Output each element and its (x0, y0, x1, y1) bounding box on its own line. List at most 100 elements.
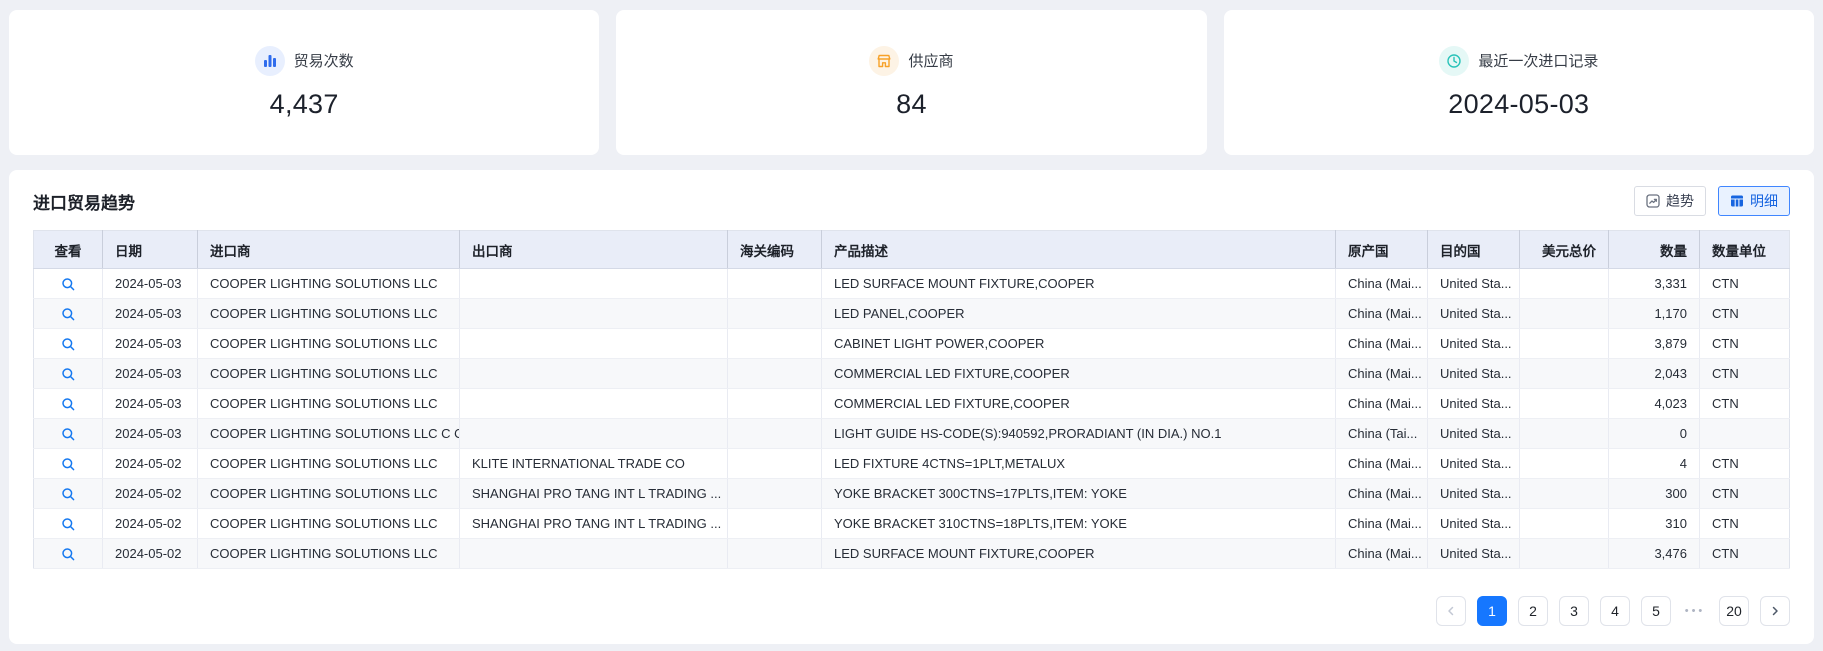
detail-button[interactable]: 明细 (1718, 186, 1790, 216)
table-row: 2024-05-02COOPER LIGHTING SOLUTIONS LLCK… (34, 449, 1790, 479)
cell-origin: China (Tai... (1336, 419, 1428, 449)
pagination-page-2[interactable]: 2 (1518, 596, 1548, 626)
column-header-view: 查看 (34, 231, 103, 269)
table-grid-icon (1730, 194, 1744, 208)
stat-card-label: 贸易次数 (294, 50, 354, 71)
cell-unit: CTN (1700, 269, 1790, 299)
cell-destination: United Sta... (1428, 329, 1520, 359)
view-icon[interactable] (34, 509, 103, 539)
cell-origin: China (Mai... (1336, 449, 1428, 479)
view-icon[interactable] (34, 539, 103, 569)
pagination-page-3[interactable]: 3 (1559, 596, 1589, 626)
view-icon[interactable] (34, 269, 103, 299)
cell-unit: CTN (1700, 449, 1790, 479)
cell-date: 2024-05-03 (103, 359, 198, 389)
panel-header: 进口贸易趋势 趋势 明细 (33, 186, 1790, 216)
cell-date: 2024-05-02 (103, 479, 198, 509)
cell-usd-total (1520, 479, 1609, 509)
cell-destination: United Sta... (1428, 299, 1520, 329)
table-row: 2024-05-02COOPER LIGHTING SOLUTIONS LLCS… (34, 479, 1790, 509)
view-icon[interactable] (34, 299, 103, 329)
detail-button-label: 明细 (1750, 191, 1778, 211)
column-header-usd-total: 美元总价 (1520, 231, 1609, 269)
view-icon[interactable] (34, 329, 103, 359)
cell-quantity: 3,879 (1609, 329, 1700, 359)
import-records-table: 查看 日期 进口商 出口商 海关编码 产品描述 原产国 目的国 美元总价 数量 … (33, 230, 1790, 569)
cell-hs-code (728, 509, 822, 539)
cell-hs-code (728, 389, 822, 419)
cell-quantity: 4,023 (1609, 389, 1700, 419)
cell-origin: China (Mai... (1336, 359, 1428, 389)
clock-icon (1439, 46, 1469, 76)
cell-importer: COOPER LIGHTING SOLUTIONS LLC C O (198, 419, 460, 449)
cell-date: 2024-05-03 (103, 389, 198, 419)
chevron-right-icon (1769, 605, 1781, 617)
stat-card-value: 4,437 (270, 89, 339, 120)
column-header-description: 产品描述 (822, 231, 1336, 269)
view-icon[interactable] (34, 479, 103, 509)
cell-description: LIGHT GUIDE HS-CODE(S):940592,PRORADIANT… (822, 419, 1336, 449)
cell-description: COMMERCIAL LED FIXTURE,COOPER (822, 389, 1336, 419)
cell-usd-total (1520, 359, 1609, 389)
table-row: 2024-05-02COOPER LIGHTING SOLUTIONS LLCL… (34, 539, 1790, 569)
cell-quantity: 300 (1609, 479, 1700, 509)
cell-destination: United Sta... (1428, 389, 1520, 419)
table-row: 2024-05-03COOPER LIGHTING SOLUTIONS LLC C… (34, 329, 1790, 359)
column-header-destination: 目的国 (1428, 231, 1520, 269)
pagination-next-button[interactable] (1760, 596, 1790, 626)
column-header-hs-code: 海关编码 (728, 231, 822, 269)
view-icon[interactable] (34, 419, 103, 449)
stat-card-header: 最近一次进口记录 (1439, 46, 1598, 76)
cell-exporter (460, 389, 728, 419)
pagination: 12345 ••• 20 (33, 596, 1790, 626)
pagination-page-1[interactable]: 1 (1477, 596, 1507, 626)
cell-unit: CTN (1700, 359, 1790, 389)
cell-usd-total (1520, 299, 1609, 329)
cell-date: 2024-05-03 (103, 419, 198, 449)
trade-count-bar-chart-icon (255, 46, 285, 76)
cell-usd-total (1520, 419, 1609, 449)
view-icon[interactable] (34, 389, 103, 419)
cell-origin: China (Mai... (1336, 269, 1428, 299)
cell-usd-total (1520, 269, 1609, 299)
view-icon[interactable] (34, 359, 103, 389)
cell-origin: China (Mai... (1336, 479, 1428, 509)
import-trend-panel: 进口贸易趋势 趋势 明细 (9, 170, 1814, 644)
cell-importer: COOPER LIGHTING SOLUTIONS LLC (198, 329, 460, 359)
supplier-shop-icon (869, 46, 899, 76)
table-row: 2024-05-03COOPER LIGHTING SOLUTIONS LLCL… (34, 269, 1790, 299)
trend-button[interactable]: 趋势 (1634, 186, 1706, 216)
cell-description: YOKE BRACKET 310CTNS=18PLTS,ITEM: YOKE (822, 509, 1336, 539)
table-row: 2024-05-03COOPER LIGHTING SOLUTIONS LLCL… (34, 299, 1790, 329)
cell-exporter (460, 269, 728, 299)
cell-usd-total (1520, 449, 1609, 479)
cell-quantity: 2,043 (1609, 359, 1700, 389)
stat-card-label: 供应商 (908, 50, 953, 71)
view-icon[interactable] (34, 449, 103, 479)
cell-destination: United Sta... (1428, 269, 1520, 299)
pagination-ellipsis[interactable]: ••• (1682, 605, 1708, 617)
stat-card-latest-import: 最近一次进口记录 2024-05-03 (1224, 10, 1814, 155)
cell-destination: United Sta... (1428, 419, 1520, 449)
pagination-page-4[interactable]: 4 (1600, 596, 1630, 626)
cell-hs-code (728, 539, 822, 569)
chevron-left-icon (1445, 605, 1457, 617)
cell-date: 2024-05-02 (103, 509, 198, 539)
column-header-quantity: 数量 (1609, 231, 1700, 269)
pagination-prev-button[interactable] (1436, 596, 1466, 626)
stat-card-header: 贸易次数 (255, 46, 354, 76)
cell-date: 2024-05-03 (103, 329, 198, 359)
cell-exporter (460, 419, 728, 449)
cell-description: CABINET LIGHT POWER,COOPER (822, 329, 1336, 359)
cell-unit (1700, 419, 1790, 449)
pagination-page-20[interactable]: 20 (1719, 596, 1749, 626)
cell-importer: COOPER LIGHTING SOLUTIONS LLC (198, 269, 460, 299)
cell-hs-code (728, 269, 822, 299)
cell-exporter (460, 329, 728, 359)
cell-usd-total (1520, 389, 1609, 419)
pagination-page-5[interactable]: 5 (1641, 596, 1671, 626)
cell-destination: United Sta... (1428, 479, 1520, 509)
trend-chart-icon (1646, 194, 1660, 208)
column-header-origin: 原产国 (1336, 231, 1428, 269)
cell-exporter: SHANGHAI PRO TANG INT L TRADING ... (460, 509, 728, 539)
